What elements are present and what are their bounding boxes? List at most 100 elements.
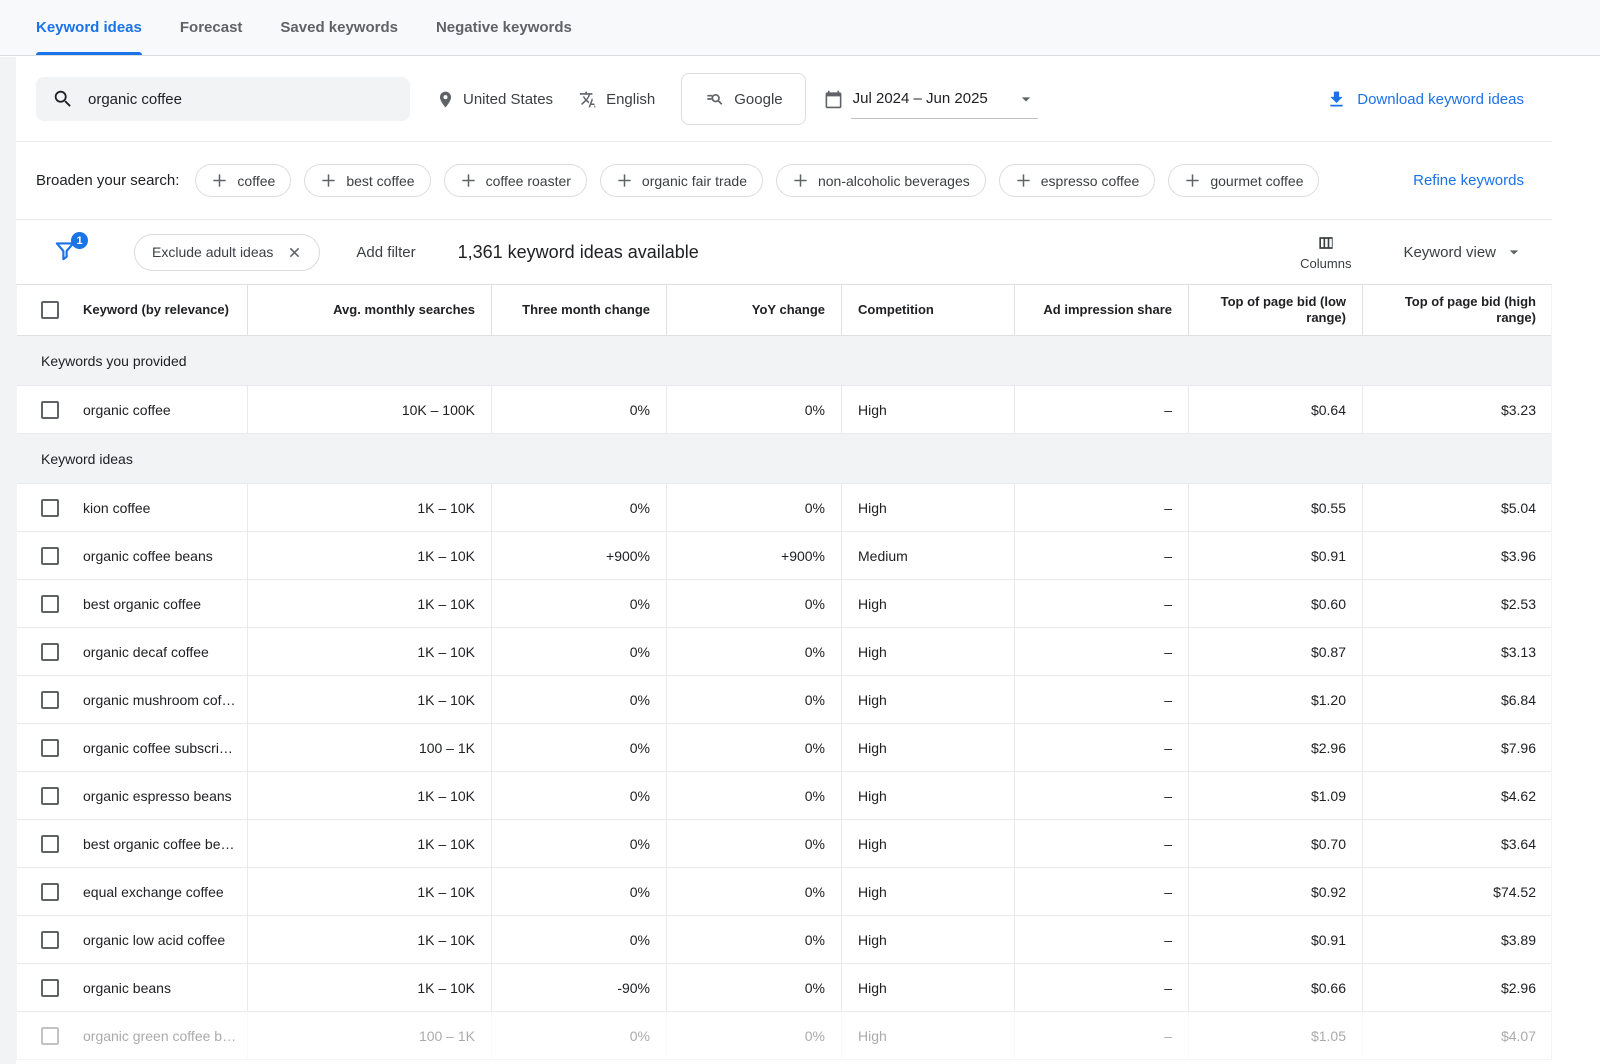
cell-top-of-page-bid-high: $7.96 [1362,724,1552,771]
plus-icon [792,172,809,189]
plus-icon [1184,172,1201,189]
cell-avg-monthly-searches: 100 – 1K [247,1012,491,1059]
header-yoy-change: YoY change [666,285,841,335]
row-checkbox[interactable] [41,1027,59,1045]
row-checkbox[interactable] [41,979,59,997]
search-query: organic coffee [88,91,182,108]
refine-keywords-link[interactable]: Refine keywords [1413,172,1524,189]
cell-keyword: organic coffee beans [17,532,247,579]
keyword-label: organic espresso beans [83,788,232,804]
cell-avg-monthly-searches: 1K – 10K [247,484,491,531]
row-checkbox[interactable] [41,401,59,419]
columns-icon [1316,233,1336,253]
table-row: best organic coffee 1K – 10K 0% 0% High … [17,580,1551,628]
language-selector[interactable]: English [579,90,655,109]
keywords-table: Keyword (by relevance) Avg. monthly sear… [16,284,1552,1060]
row-checkbox[interactable] [41,931,59,949]
search-network-icon [704,89,724,109]
network-selector[interactable]: Google [681,73,805,125]
broaden-chip[interactable]: organic fair trade [600,164,763,197]
broaden-chip[interactable]: gourmet coffee [1168,164,1319,197]
add-filter-button[interactable]: Add filter [356,244,415,261]
tab-keyword-ideas[interactable]: Keyword ideas [36,0,142,55]
close-icon [287,245,302,260]
row-checkbox[interactable] [41,883,59,901]
cell-three-month-change: 0% [491,772,666,819]
plus-icon [460,172,477,189]
row-checkbox[interactable] [41,643,59,661]
cell-keyword: organic green coffee b… [17,1012,247,1059]
location-selector[interactable]: United States [436,90,553,109]
row-checkbox[interactable] [41,691,59,709]
cell-three-month-change: 0% [491,676,666,723]
keyword-label: organic coffee subscri… [83,740,233,756]
cell-keyword: organic decaf coffee [17,628,247,675]
cell-three-month-change: 0% [491,868,666,915]
cell-three-month-change: 0% [491,1012,666,1059]
cell-avg-monthly-searches: 1K – 10K [247,532,491,579]
page-gutter [0,57,16,1064]
cell-yoy-change: 0% [666,580,841,627]
row-checkbox[interactable] [41,595,59,613]
cell-ad-impression-share: – [1014,1012,1188,1059]
row-checkbox[interactable] [41,739,59,757]
table-header-row: Keyword (by relevance) Avg. monthly sear… [17,285,1551,336]
keyword-label: equal exchange coffee [83,884,224,900]
cell-ad-impression-share: – [1014,484,1188,531]
filter-bar: 1 Exclude adult ideas Add filter 1,361 k… [16,220,1552,284]
cell-avg-monthly-searches: 1K – 10K [247,964,491,1011]
table-row: best organic coffee be… 1K – 10K 0% 0% H… [17,820,1551,868]
row-checkbox[interactable] [41,787,59,805]
tab-negative-keywords[interactable]: Negative keywords [436,0,572,55]
cell-competition: High [841,868,1014,915]
keyword-view-dropdown[interactable]: Keyword view [1403,242,1524,262]
cell-competition: High [841,772,1014,819]
tab-label: Saved keywords [280,19,398,36]
row-checkbox[interactable] [41,499,59,517]
plus-icon [211,172,228,189]
cell-top-of-page-bid-high: $3.96 [1362,532,1552,579]
search-controls-row: organic coffee United States English Goo… [16,57,1552,141]
exclude-adult-ideas-chip[interactable]: Exclude adult ideas [134,234,320,271]
tab-label: Keyword ideas [36,19,142,36]
cell-top-of-page-bid-low: $0.60 [1188,580,1362,627]
table-row: organic decaf coffee 1K – 10K 0% 0% High… [17,628,1551,676]
cell-three-month-change: 0% [491,820,666,867]
broaden-chip[interactable]: coffee [195,164,291,197]
cell-keyword: best organic coffee [17,580,247,627]
broaden-chip[interactable]: coffee roaster [444,164,587,197]
keyword-label: organic beans [83,980,171,996]
filter-button[interactable]: 1 [52,238,80,266]
cell-competition: High [841,484,1014,531]
cell-avg-monthly-searches: 1K – 10K [247,868,491,915]
search-input[interactable]: organic coffee [36,77,410,121]
cell-yoy-change: 0% [666,628,841,675]
header-three-month-change: Three month change [491,285,666,335]
filter-count-badge: 1 [71,232,88,249]
cell-keyword: organic beans [17,964,247,1011]
row-checkbox[interactable] [41,547,59,565]
cell-top-of-page-bid-high: $4.62 [1362,772,1552,819]
cell-keyword: kion coffee [17,484,247,531]
cell-competition: High [841,724,1014,771]
table-row: organic green coffee b… 100 – 1K 0% 0% H… [17,1012,1551,1060]
select-all-checkbox[interactable] [41,301,59,319]
broaden-label: Broaden your search: [36,172,179,189]
columns-button[interactable]: Columns [1300,233,1351,271]
cell-competition: High [841,964,1014,1011]
keyword-label: organic mushroom cof… [83,692,236,708]
table-row: organic coffee beans 1K – 10K +900% +900… [17,532,1551,580]
date-range-selector[interactable]: Jul 2024 – Jun 2025 [824,80,1038,119]
broaden-chip[interactable]: best coffee [304,164,430,197]
row-checkbox[interactable] [41,835,59,853]
cell-ad-impression-share: – [1014,724,1188,771]
broaden-chip[interactable]: espresso coffee [999,164,1156,197]
download-keyword-ideas-link[interactable]: Download keyword ideas [1326,89,1524,110]
cell-keyword: organic coffee subscri… [17,724,247,771]
cell-ad-impression-share: – [1014,868,1188,915]
tab-saved-keywords[interactable]: Saved keywords [280,0,398,55]
cell-top-of-page-bid-low: $0.87 [1188,628,1362,675]
broaden-chip[interactable]: non-alcoholic beverages [776,164,986,197]
remove-filter-button[interactable] [287,245,302,260]
tab-forecast[interactable]: Forecast [180,0,243,55]
